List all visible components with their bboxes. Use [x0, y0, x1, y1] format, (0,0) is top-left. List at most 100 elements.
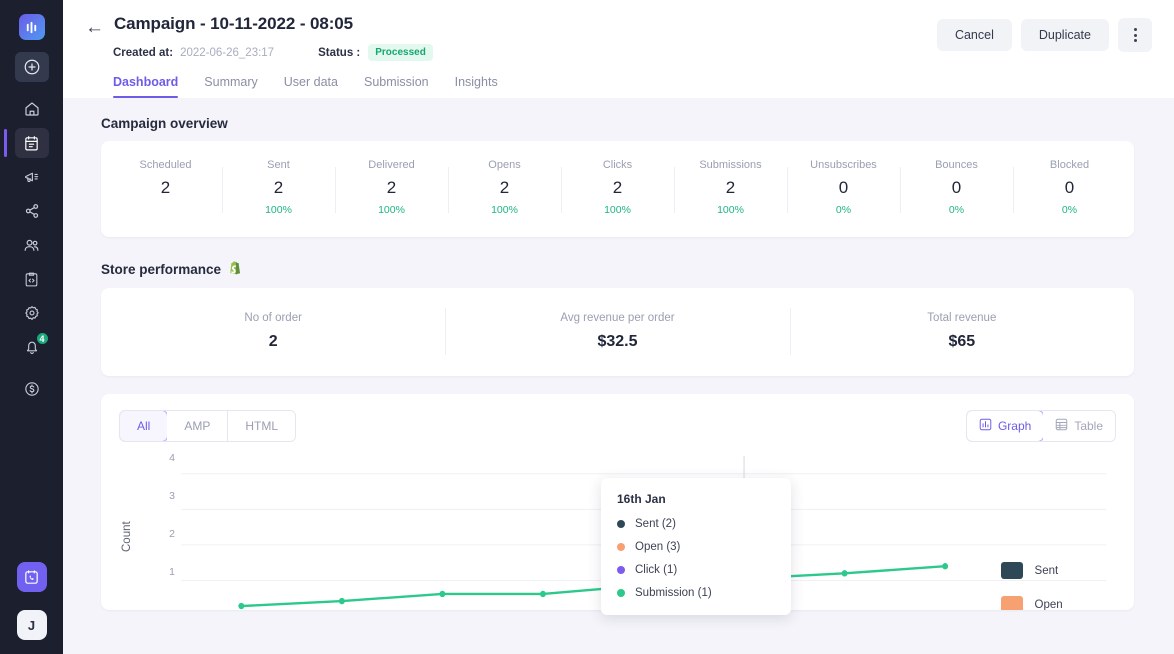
cancel-button[interactable]: Cancel: [936, 19, 1012, 51]
chart-legend: Sent Open Click Submission: [1000, 562, 1094, 610]
kebab-dot: [1133, 39, 1137, 42]
top-actions: Cancel Duplicate: [936, 18, 1152, 52]
metric-percent: [113, 204, 218, 217]
metric-percent: 100%: [717, 204, 744, 216]
tab-submission[interactable]: Submission: [364, 75, 429, 98]
sidebar-item-announcements[interactable]: [15, 162, 49, 192]
sidebar-item-campaigns[interactable]: [3, 128, 49, 158]
tooltip-label: Submission (1): [635, 587, 712, 599]
y-tick: 1: [169, 566, 175, 578]
metric-value: 2: [160, 178, 171, 197]
store-label: Total revenue: [927, 311, 997, 324]
app-logo-icon[interactable]: [18, 14, 45, 40]
tooltip-row-open: Open (3): [617, 541, 775, 553]
y-tick: 4: [169, 452, 175, 464]
store-label: Avg revenue per order: [560, 311, 675, 324]
chart-header: All AMP HTML Graph Table: [119, 410, 1116, 442]
sidebar-item-add[interactable]: [14, 52, 49, 82]
metric-label: Opens: [488, 159, 521, 171]
y-tick: 3: [169, 490, 175, 502]
store-performance-label: Store performance: [101, 262, 222, 277]
more-options-button[interactable]: [1118, 18, 1152, 52]
format-tab-all[interactable]: All: [120, 411, 169, 441]
metric-percent: 0%: [835, 204, 852, 216]
format-tab-html[interactable]: HTML: [228, 411, 296, 441]
view-toggle-graph[interactable]: Graph: [966, 411, 1045, 441]
phone-support-button[interactable]: [16, 562, 47, 592]
store-label: No of order: [244, 311, 302, 324]
sidebar: 4 J: [0, 0, 63, 654]
metric-delivered: Delivered 2 100%: [335, 159, 448, 217]
legend-item-open[interactable]: Open: [1000, 596, 1094, 610]
metric-label: Sent: [267, 159, 290, 171]
back-arrow-icon[interactable]: ←: [85, 18, 104, 37]
metric-label: Scheduled: [139, 159, 192, 171]
view-toggle-table[interactable]: Table: [1043, 411, 1115, 441]
metric-label: Delivered: [368, 159, 415, 171]
tooltip-row-click: Click (1): [617, 564, 775, 576]
tooltip-label: Open (3): [635, 541, 681, 553]
page-title: Campaign - 10-11-2022 - 08:05: [114, 14, 353, 33]
sidebar-item-home[interactable]: [15, 94, 49, 124]
store-performance-card: No of order 2 Avg revenue per order $32.…: [101, 288, 1134, 376]
bar-chart-icon: [979, 418, 992, 434]
legend-swatch: [1000, 562, 1023, 579]
tooltip-row-sent: Sent (2): [617, 518, 775, 530]
store-no-of-order: No of order 2: [101, 312, 445, 351]
tooltip-dot: [617, 543, 625, 551]
status-badge: Processed: [368, 44, 433, 61]
metrics-row: Scheduled 2 Sent 2 100% Delivered 2 100%: [101, 141, 1134, 237]
format-filter-group: All AMP HTML: [119, 410, 297, 442]
legend-item-sent[interactable]: Sent: [1000, 562, 1094, 579]
tab-insights[interactable]: Insights: [455, 75, 498, 98]
sidebar-item-contacts[interactable]: [15, 230, 49, 260]
metric-blocked: Blocked 0 0%: [1013, 159, 1126, 217]
tab-dashboard[interactable]: Dashboard: [113, 75, 179, 98]
campaign-overview-card: Scheduled 2 Sent 2 100% Delivered 2 100%: [101, 141, 1134, 237]
metric-value: 2: [725, 178, 736, 197]
kebab-dot: [1133, 33, 1137, 37]
metric-value: 2: [612, 178, 623, 197]
sidebar-item-settings[interactable]: [15, 298, 49, 328]
avatar[interactable]: J: [16, 610, 47, 640]
metric-value: 0: [951, 178, 962, 197]
y-axis-ticks: 4 3 2 1: [153, 452, 175, 610]
tab-summary[interactable]: Summary: [204, 75, 257, 98]
metric-percent: 0%: [1061, 204, 1078, 216]
status-label: Status :: [318, 46, 361, 59]
sidebar-item-notifications[interactable]: 4: [15, 331, 50, 362]
sidebar-item-integrations[interactable]: [15, 196, 49, 226]
y-tick: 2: [169, 528, 175, 540]
metric-label: Blocked: [1049, 159, 1090, 171]
tooltip-label: Sent (2): [635, 518, 676, 530]
sidebar-item-billing[interactable]: [15, 374, 49, 404]
metric-label: Bounces: [935, 159, 978, 171]
store-value: $65: [948, 332, 976, 350]
table-icon: [1055, 418, 1068, 434]
store-value: 2: [268, 332, 278, 350]
metric-value: 0: [838, 178, 849, 197]
metric-percent: 100%: [491, 204, 518, 216]
shopify-icon: [229, 261, 242, 278]
campaign-overview-label: Campaign overview: [101, 116, 228, 131]
tab-bar: Dashboard Summary User data Submission I…: [113, 75, 1152, 98]
metric-percent: 100%: [378, 204, 405, 216]
sidebar-item-developers[interactable]: [15, 264, 49, 294]
notification-badge: 4: [34, 331, 50, 346]
metric-value: 2: [386, 178, 397, 197]
format-tab-amp[interactable]: AMP: [167, 411, 229, 441]
tooltip-title: 16th Jan: [617, 492, 666, 506]
tab-user-data[interactable]: User data: [284, 75, 338, 98]
metric-submissions: Submissions 2 100%: [674, 159, 787, 217]
created-at-value: 2022-06-26_23:17: [180, 46, 275, 59]
metric-scheduled: Scheduled 2: [109, 159, 222, 217]
campaign-overview-title: Campaign overview: [101, 116, 1174, 131]
metric-bounces: Bounces 0 0%: [900, 159, 1013, 217]
tooltip-label: Click (1): [635, 564, 678, 576]
tooltip-dot: [617, 589, 625, 597]
duplicate-button[interactable]: Duplicate: [1020, 19, 1109, 51]
metric-sent: Sent 2 100%: [222, 159, 335, 217]
store-value: $32.5: [597, 332, 638, 350]
metric-value: 0: [1064, 178, 1075, 197]
app-root: 4 J ← Campaign - 10-11-2022 - 08:05 Crea…: [0, 0, 1174, 654]
